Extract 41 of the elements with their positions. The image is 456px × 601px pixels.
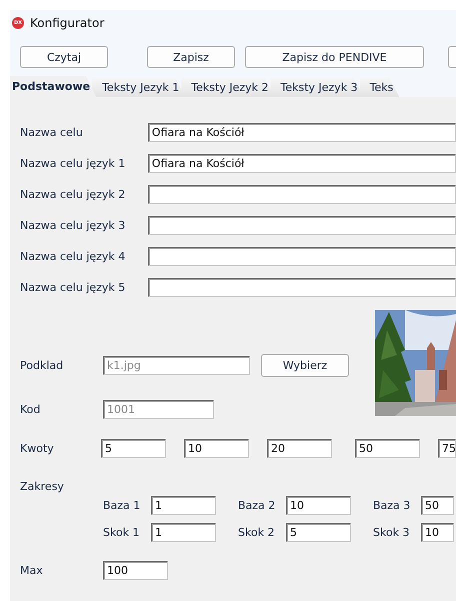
field-label: Baza 1	[103, 499, 142, 512]
input-field[interactable]: 5	[286, 523, 351, 542]
field-label: Kod	[20, 403, 42, 416]
field-label: Nazwa celu język 3	[20, 219, 126, 232]
toolbar-button[interactable]: Czytaj	[20, 46, 108, 68]
tab[interactable]: Podstawowe	[10, 76, 96, 97]
input-field[interactable]: 50	[355, 439, 420, 458]
field-label: Skok 1	[103, 526, 141, 539]
field-label: Max	[20, 564, 44, 577]
input-field[interactable]: 50	[421, 496, 454, 515]
input-field[interactable]	[148, 185, 456, 204]
input-field[interactable]: Ofiara na Kościół	[148, 123, 456, 142]
field-label: Nazwa celu język 1	[20, 157, 126, 170]
input-field[interactable]: 10	[184, 439, 249, 458]
input-field[interactable]: 100	[103, 561, 168, 580]
toolbar-button[interactable]: Zapisz	[147, 46, 235, 68]
field-label: Kwoty	[20, 442, 55, 455]
input-field[interactable]: 10	[286, 496, 351, 515]
input-field[interactable]	[148, 216, 456, 235]
toolbar-button[interactable]: Zapisz do PENDIVE	[245, 46, 424, 68]
field-label: Nazwa celu język 2	[20, 188, 126, 201]
field-label: Skok 3	[373, 526, 411, 539]
tab[interactable]: Teks	[360, 78, 400, 97]
field-label: Nazwa celu język 5	[20, 281, 126, 294]
window-title: Konfigurator	[30, 16, 104, 30]
field-label: Nazwa celu	[20, 126, 84, 139]
section-label: Zakresy	[20, 480, 65, 493]
input-field[interactable]: 75	[438, 439, 456, 458]
input-field[interactable]: 5	[101, 439, 166, 458]
input-field[interactable]	[148, 278, 456, 297]
field-label: Nazwa celu język 4	[20, 250, 126, 263]
field-label: Baza 3	[373, 499, 412, 512]
input-field[interactable]: Ofiara na Kościół	[148, 154, 456, 173]
input-field[interactable]: 20	[267, 439, 332, 458]
field-label: Baza 2	[238, 499, 276, 512]
input-field[interactable]: 10	[421, 523, 454, 542]
input-field[interactable]: 1	[151, 496, 216, 515]
input-field[interactable]: 1	[151, 523, 216, 542]
field-label: Podklad	[20, 359, 64, 372]
input-field[interactable]	[148, 247, 456, 266]
field-label: Skok 2	[238, 526, 276, 539]
